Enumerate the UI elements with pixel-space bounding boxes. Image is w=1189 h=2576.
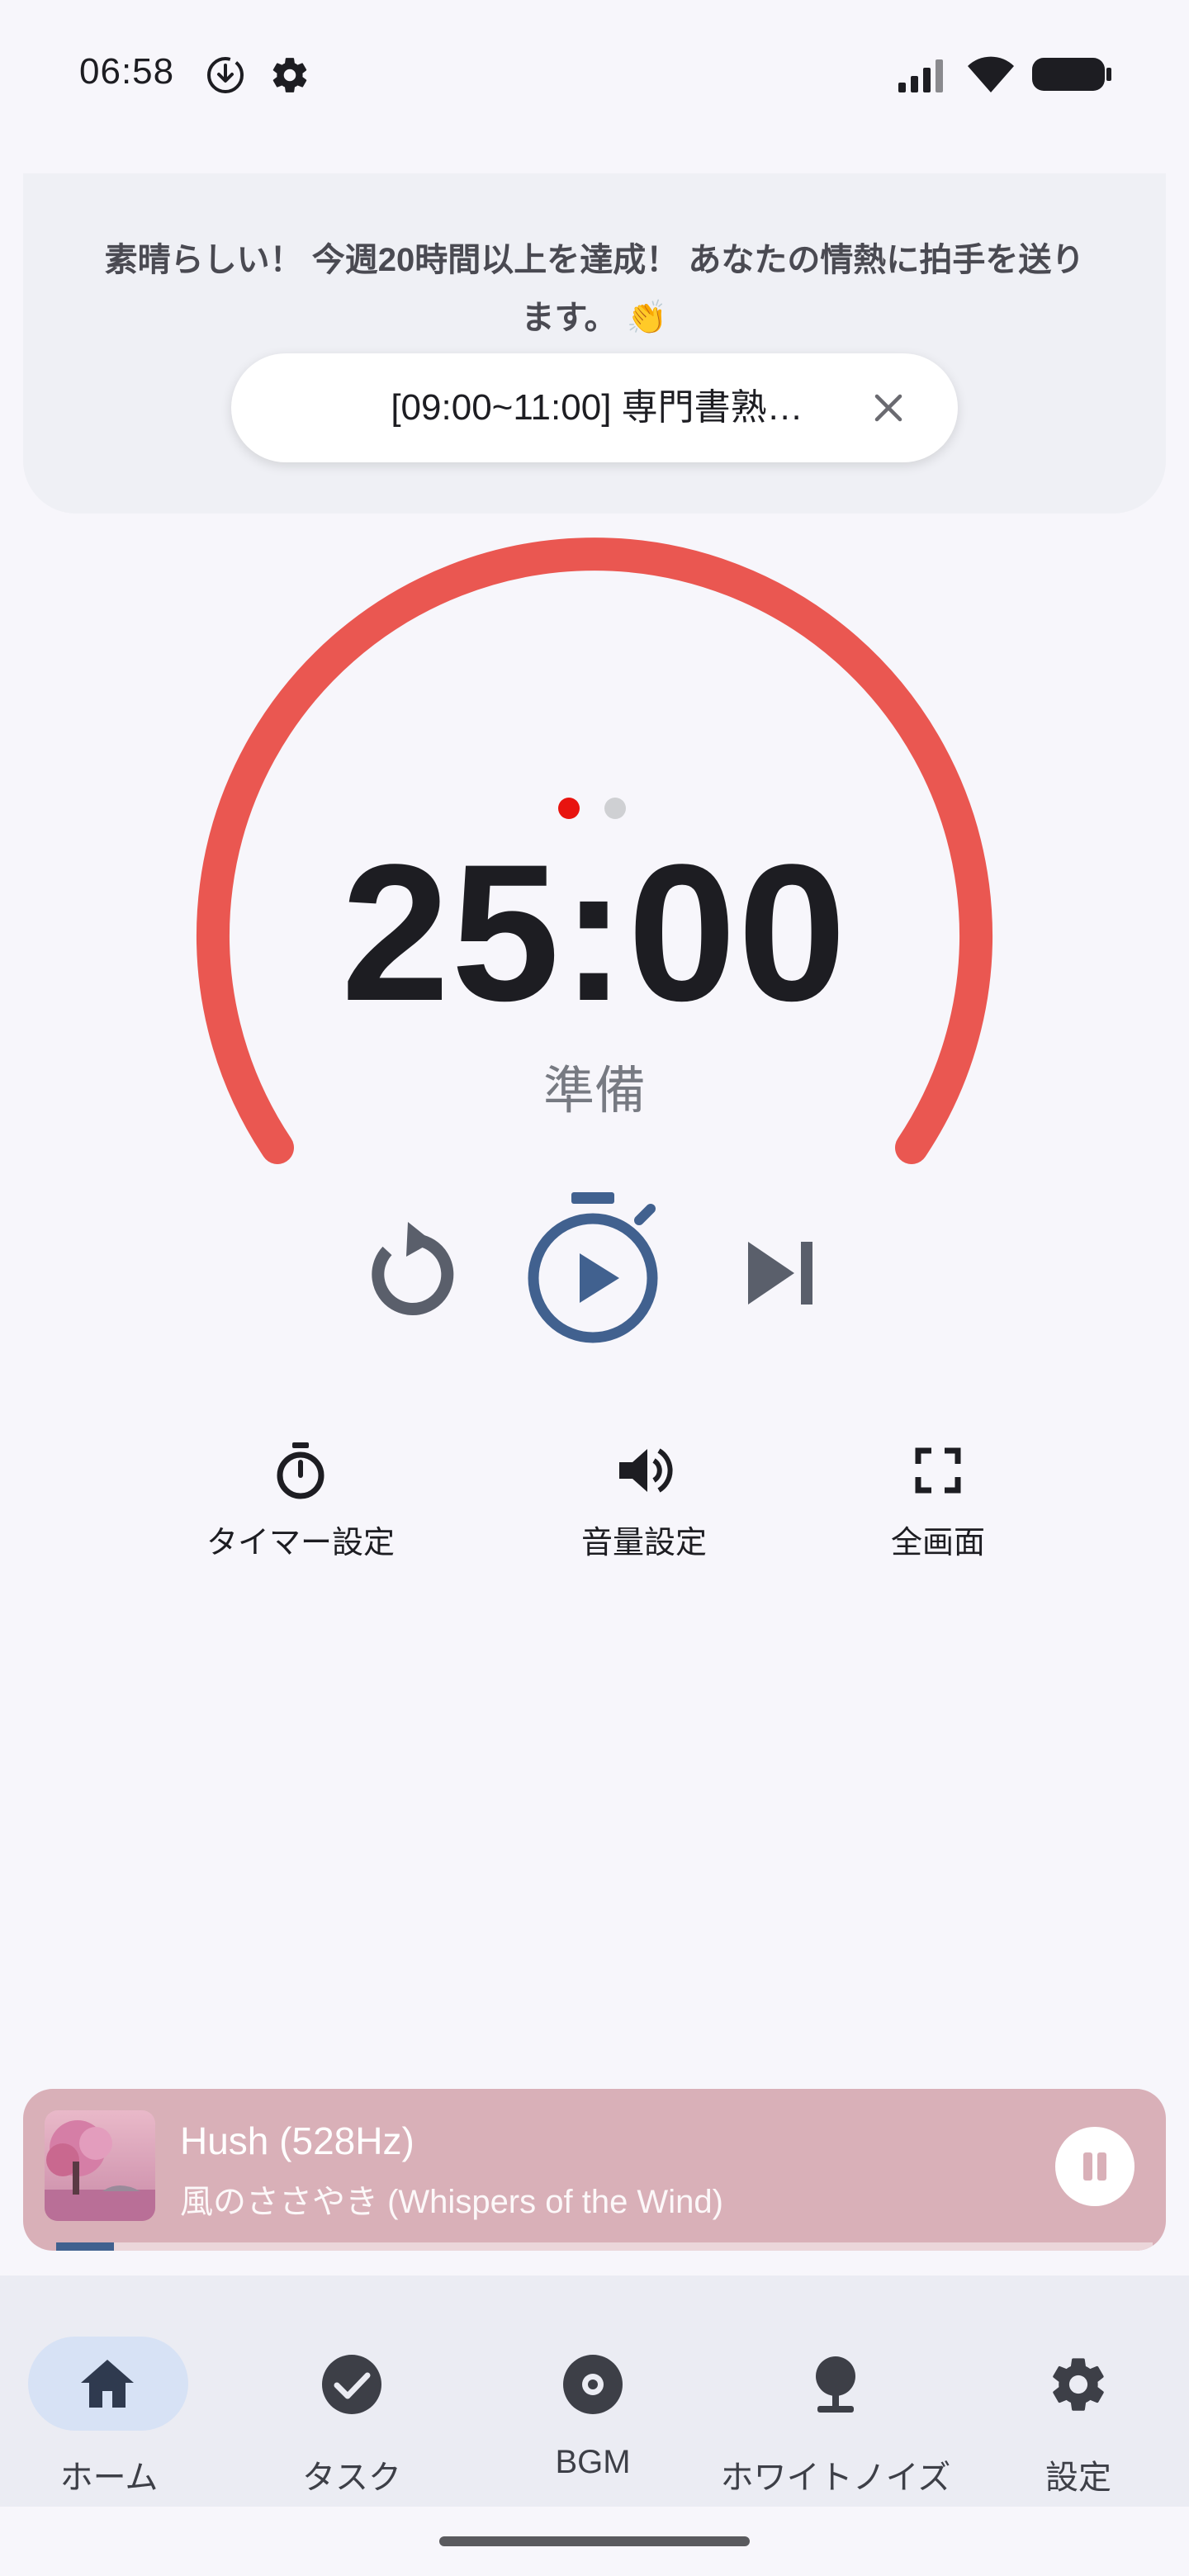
nav-bgm-label: BGM: [555, 2444, 631, 2480]
timer-state-label: 準備: [542, 1063, 646, 1120]
nav-settings[interactable]: 設定: [959, 2308, 1189, 2496]
settings-gear-icon: [272, 58, 307, 92]
status-bar: 06:58: [0, 0, 1189, 149]
nav-white-noise-label: ホワイトノイズ: [720, 2460, 951, 2496]
playback-progress[interactable]: [56, 2242, 1153, 2251]
current-task-chip[interactable]: [09:00~11:00] 専門書熟…: [231, 353, 958, 462]
settings-icon: [1053, 2358, 1104, 2411]
skip-next-icon[interactable]: [746, 1242, 816, 1305]
wifi-icon: [968, 56, 1014, 92]
track-title: Hush (528Hz): [180, 2119, 414, 2162]
volume-settings-label: 音量設定: [580, 1526, 707, 1560]
pause-icon-bar: [1097, 2152, 1106, 2181]
page-dot-active[interactable]: [558, 798, 580, 819]
signal-icon: [898, 59, 943, 92]
fullscreen-option[interactable]: 全画面: [814, 1441, 1062, 1562]
battery-icon: [1032, 58, 1111, 91]
mini-player[interactable]: Hush (528Hz) 風のささやき (Whispers of the Win…: [23, 2089, 1166, 2251]
track-subtitle: 風のささやき (Whispers of the Wind): [180, 2184, 723, 2220]
motivation-message-line1: 素晴らしい！ 今週20時間以上を達成！ あなたの情熱に拍手を送り: [104, 242, 1085, 278]
playback-progress-fill: [56, 2242, 115, 2251]
home-icon: [81, 2360, 134, 2408]
timer-page-indicator: [558, 798, 632, 822]
status-time: 06:58: [79, 51, 175, 92]
pause-icon: [1083, 2152, 1092, 2181]
download-icon: [207, 57, 244, 93]
nav-white-noise[interactable]: ホワイトノイズ: [717, 2308, 955, 2496]
disc-icon: [563, 2355, 623, 2414]
check-circle-icon: [322, 2355, 381, 2414]
nav-settings-label: 設定: [1045, 2460, 1111, 2496]
close-icon[interactable]: [870, 390, 907, 426]
noise-tree-icon: [816, 2356, 855, 2413]
nav-tasks[interactable]: タスク: [233, 2308, 471, 2496]
album-art: [45, 2110, 155, 2221]
start-stopwatch-play-icon[interactable]: [525, 1189, 667, 1347]
volume-settings-option[interactable]: 音量設定: [520, 1441, 768, 1562]
motivation-message: 素晴らしい！ 今週20時間以上を達成！ あなたの情熱に拍手を送り ます。 👏: [73, 231, 1116, 347]
pause-button[interactable]: [1055, 2127, 1135, 2206]
page-dot-inactive[interactable]: [604, 798, 626, 819]
home-indicator[interactable]: [439, 2536, 750, 2546]
bottom-navigation: ホーム タスク BGM ホワイトノイズ 設定: [0, 2275, 1189, 2507]
fullscreen-icon: [915, 1447, 961, 1494]
reset-icon[interactable]: [360, 1222, 456, 1318]
volume-icon: [619, 1448, 673, 1493]
motivation-message-line2: ます。 👏: [521, 300, 668, 336]
nav-tasks-label: タスク: [302, 2460, 401, 2496]
timer-display: 25:00: [341, 824, 848, 1042]
fullscreen-label: 全画面: [890, 1526, 985, 1560]
nav-home[interactable]: ホーム: [0, 2308, 238, 2496]
timer-settings-option[interactable]: タイマー設定: [177, 1441, 424, 1562]
nav-bgm[interactable]: BGM: [474, 2308, 712, 2490]
timer-icon: [277, 1442, 324, 1499]
current-task-label: [09:00~11:00] 専門書熟…: [391, 387, 803, 428]
motivation-banner: 素晴らしい！ 今週20時間以上を達成！ あなたの情熱に拍手を送り ます。 👏 […: [23, 173, 1166, 514]
timer-settings-label: タイマー設定: [206, 1526, 395, 1560]
nav-home-label: ホーム: [59, 2460, 159, 2496]
